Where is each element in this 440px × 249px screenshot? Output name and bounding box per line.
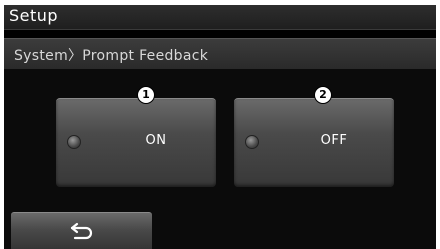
title-bar: Setup — [4, 5, 436, 30]
radio-indicator-icon — [67, 135, 81, 149]
on-label: ON — [145, 133, 167, 148]
back-arrow-icon — [70, 222, 93, 240]
setup-screen: Setup System〉Prompt Feedback ON OFF — [4, 5, 436, 249]
callout-marker-2: 2 — [314, 86, 332, 104]
prompt-feedback-on-button[interactable]: ON — [56, 98, 216, 187]
callout-marker-1: 1 — [137, 86, 155, 104]
radio-indicator-icon — [245, 135, 259, 149]
breadcrumb-bar: System〉Prompt Feedback — [4, 38, 436, 70]
back-button[interactable] — [11, 212, 152, 249]
prompt-feedback-off-button[interactable]: OFF — [234, 98, 394, 187]
breadcrumb: System〉Prompt Feedback — [14, 48, 209, 64]
off-label: OFF — [320, 133, 348, 148]
page-title: Setup — [9, 6, 59, 25]
